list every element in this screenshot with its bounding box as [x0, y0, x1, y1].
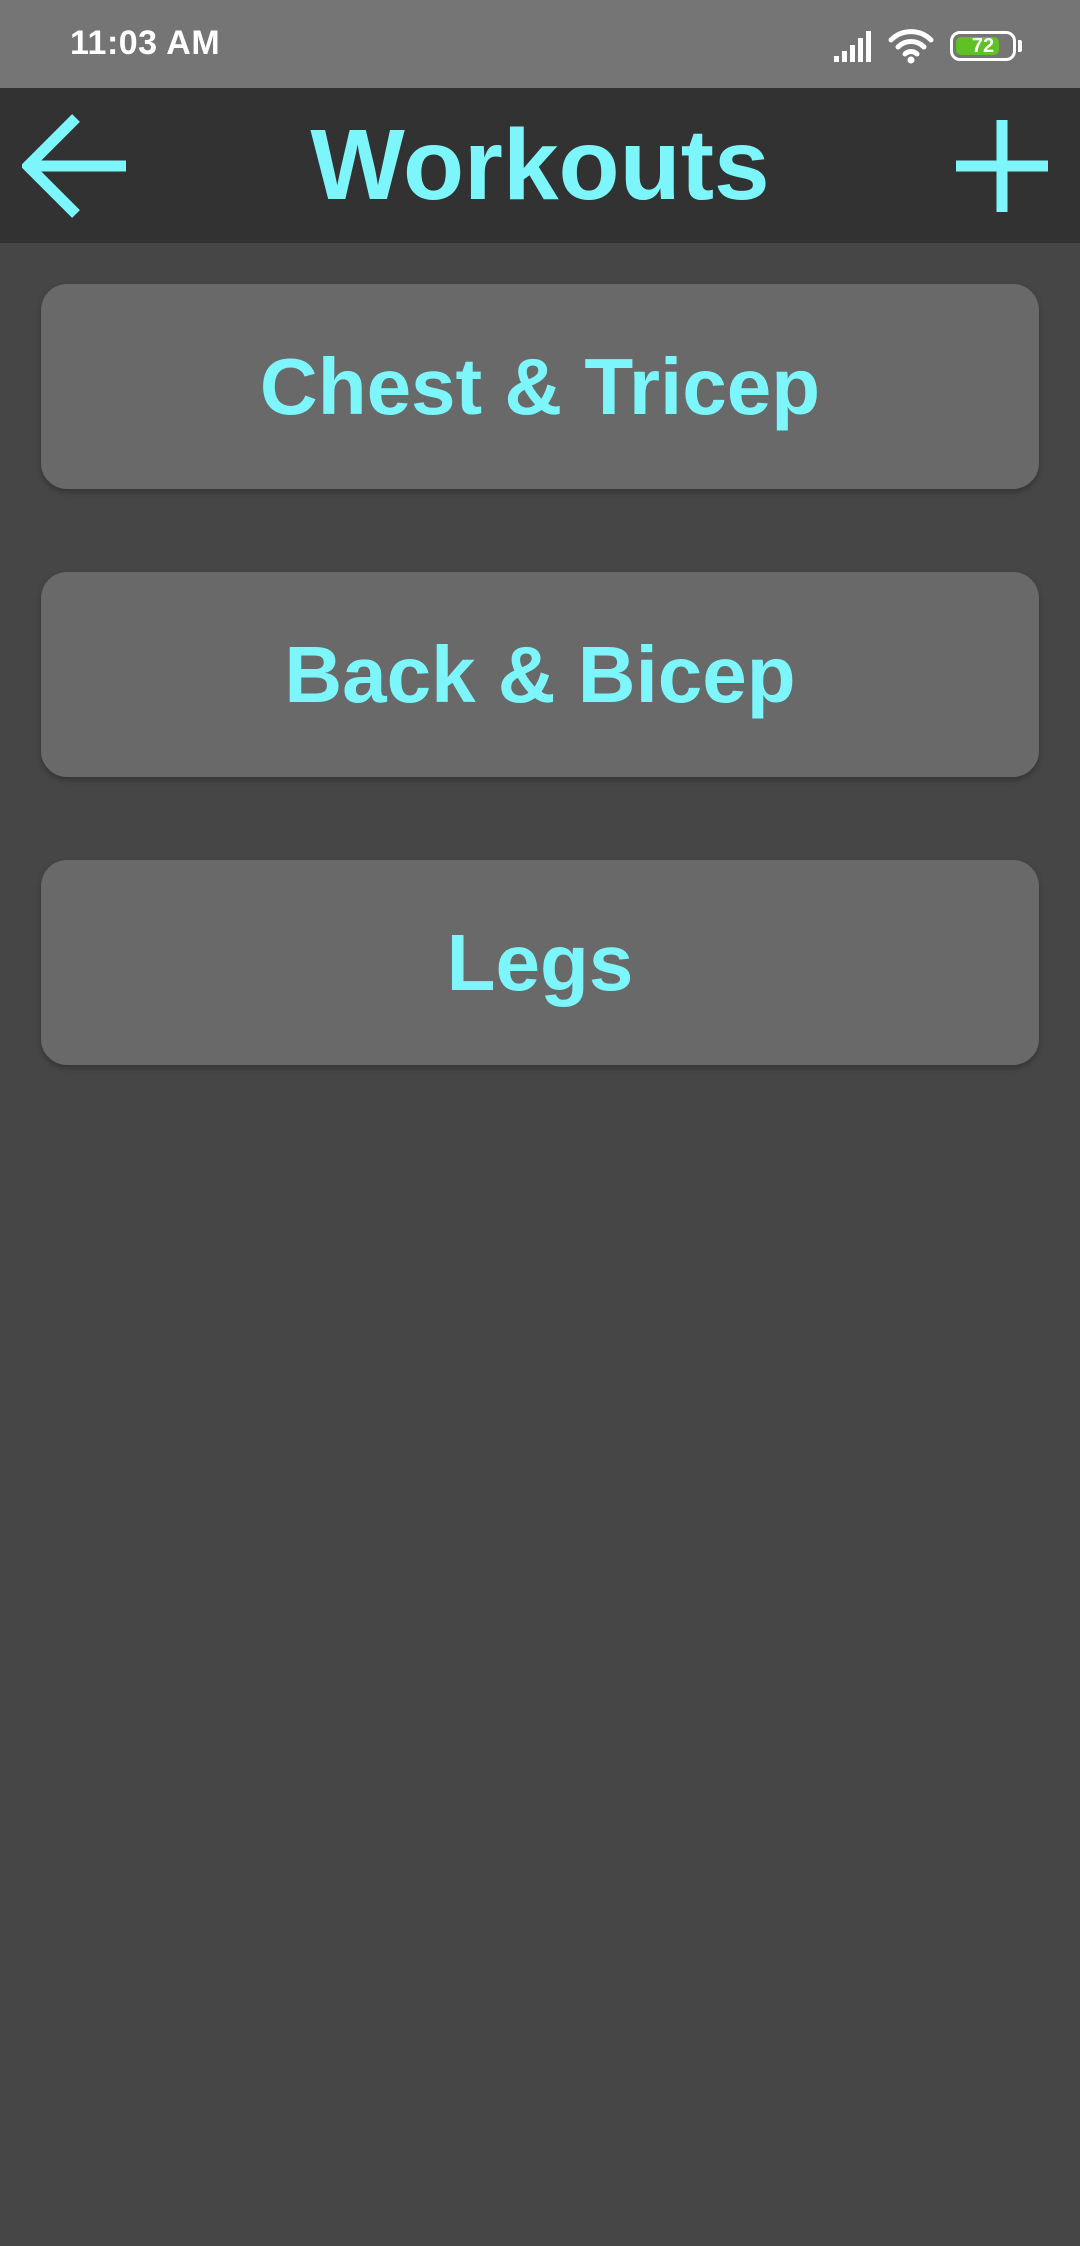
battery-icon: 72 — [950, 31, 1016, 61]
plus-icon — [956, 120, 1048, 212]
wifi-icon — [888, 29, 934, 64]
app-bar: Workouts — [0, 88, 1080, 243]
status-time: 11:03 AM — [70, 24, 221, 62]
status-bar: 11:03 AM 72 — [0, 0, 1080, 88]
back-button[interactable] — [20, 114, 132, 218]
workout-list: Chest & Tricep Back & Bicep Legs — [41, 284, 1039, 1148]
add-workout-button[interactable] — [954, 118, 1050, 214]
workout-card-legs[interactable]: Legs — [41, 860, 1039, 1065]
battery-level: 72 — [971, 35, 995, 57]
arrow-left-icon — [20, 114, 126, 218]
workout-label: Chest & Tricep — [259, 341, 821, 431]
workout-label: Legs — [446, 917, 634, 1007]
signal-icon — [834, 31, 871, 62]
status-icons: 72 — [832, 26, 1022, 66]
workout-card-chest-tricep[interactable]: Chest & Tricep — [41, 284, 1039, 489]
page-title: Workouts — [310, 109, 770, 221]
workout-label: Back & Bicep — [284, 629, 796, 719]
battery-tip — [1018, 40, 1022, 52]
workout-card-back-bicep[interactable]: Back & Bicep — [41, 572, 1039, 777]
